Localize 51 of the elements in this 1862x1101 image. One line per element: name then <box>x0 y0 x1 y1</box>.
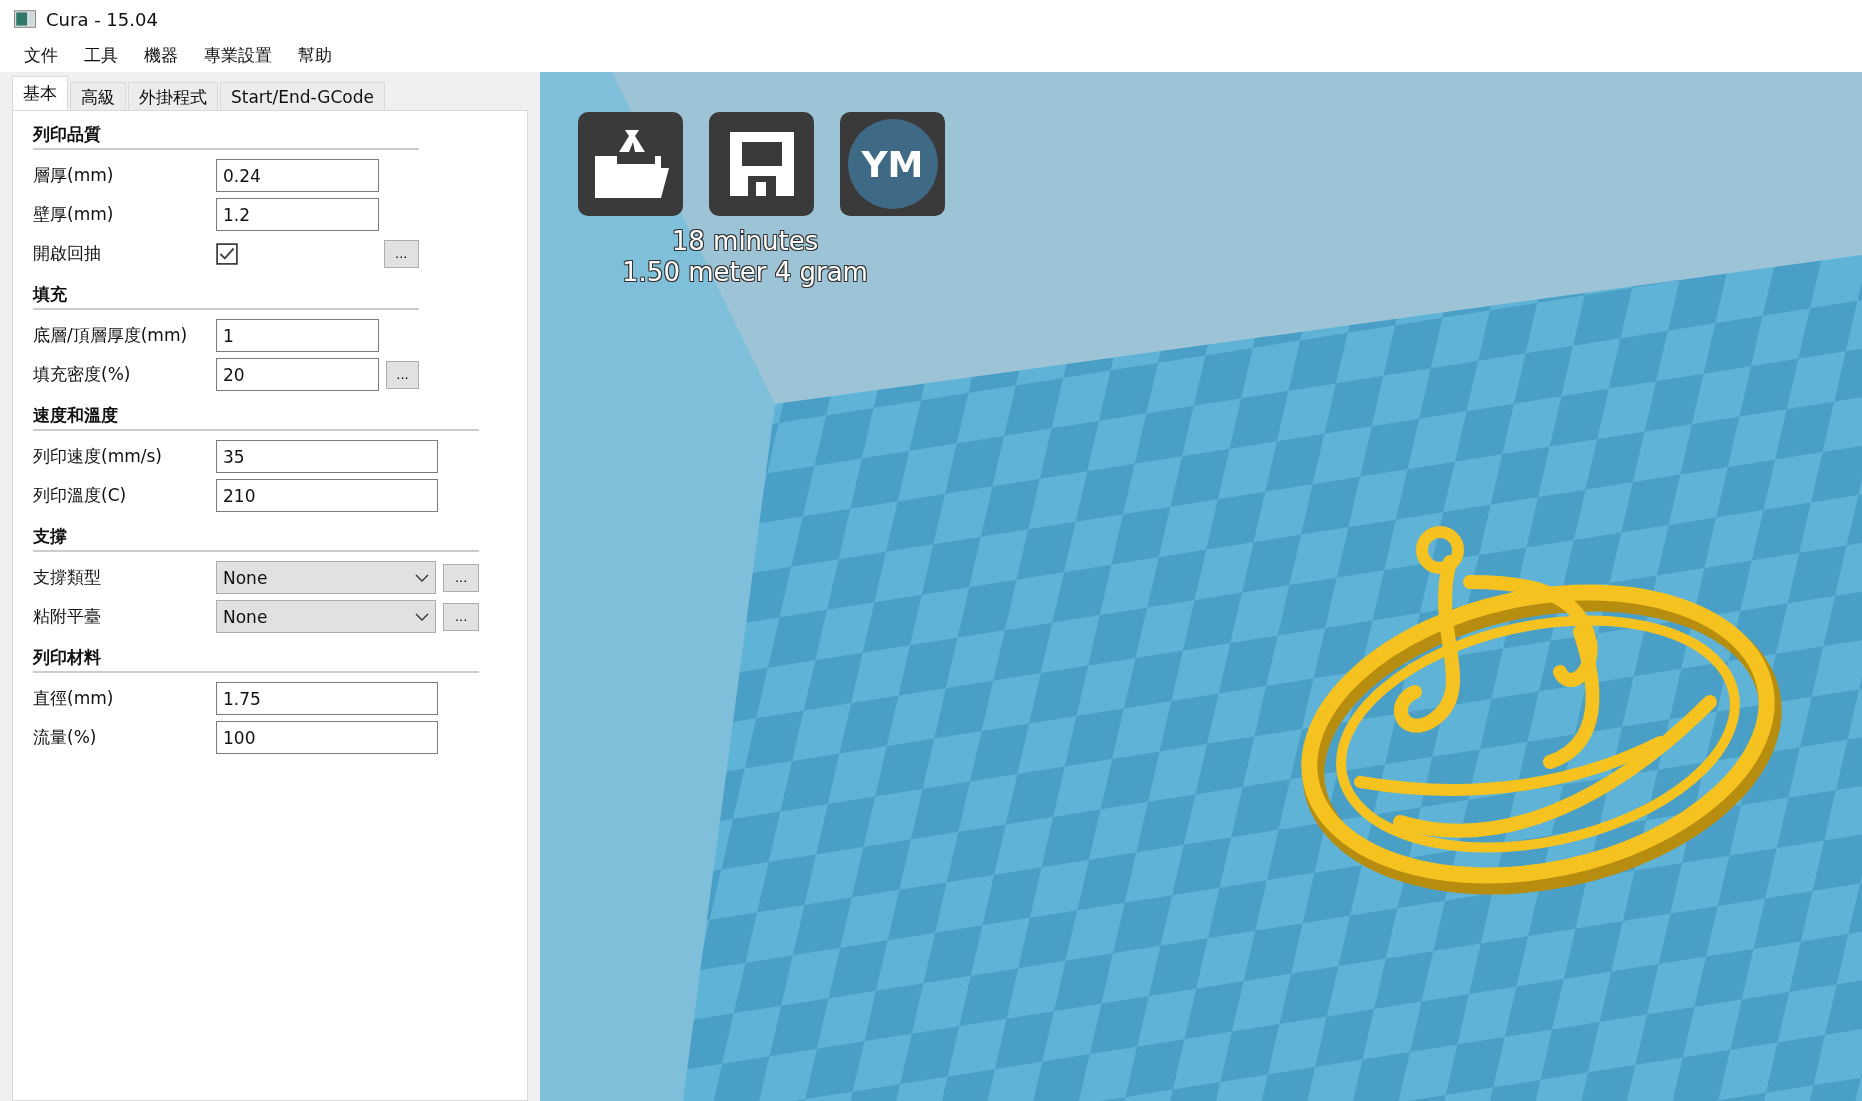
print-estimate: 1.50 meter 4 gram <box>621 257 869 288</box>
input-field[interactable]: 210 <box>216 479 438 512</box>
menu-item[interactable]: 文件 <box>16 43 66 67</box>
setting-label: 開啟回抽 <box>33 242 102 265</box>
menu-item[interactable]: 幫助 <box>290 43 340 67</box>
menu-item[interactable]: 機器 <box>136 43 186 67</box>
tab[interactable]: Start/End-GCode <box>220 82 385 110</box>
setting-label: 填充密度(%) <box>33 363 132 386</box>
more-options-button[interactable]: ... <box>386 360 419 389</box>
print-estimate: 18 minutes <box>670 226 820 257</box>
section-heading: 列印材料 <box>33 646 479 673</box>
window-title: Cura - 15.04 <box>46 8 158 30</box>
tab[interactable]: 高級 <box>70 82 126 110</box>
menu-item[interactable]: 專業設置 <box>196 43 280 67</box>
setting-label: 支撐類型 <box>33 566 102 589</box>
chevron-down-icon <box>415 573 430 582</box>
checkbox[interactable] <box>216 242 238 265</box>
tab[interactable]: 外掛程式 <box>128 82 218 110</box>
section-heading: 填充 <box>33 283 419 310</box>
setting-label: 底層/頂層厚度(mm) <box>33 324 189 347</box>
input-field[interactable]: 1.2 <box>216 198 379 231</box>
section-heading: 速度和溫度 <box>33 404 479 431</box>
section-heading: 支撐 <box>33 525 479 552</box>
app-icon <box>14 10 36 28</box>
setting-label: 流量(%) <box>33 726 98 749</box>
section-heading: 列印品質 <box>33 123 419 150</box>
input-field[interactable]: 20 <box>216 358 379 391</box>
3d-viewport[interactable]: YM 18 minutes 1.50 meter 4 gram <box>540 72 1862 1101</box>
input-field[interactable]: 1.75 <box>216 682 438 715</box>
menu-item[interactable]: 工具 <box>76 43 126 67</box>
setting-label: 粘附平臺 <box>33 605 102 628</box>
input-field[interactable]: 1 <box>216 319 379 352</box>
more-options-button[interactable]: ... <box>443 602 479 631</box>
input-field[interactable]: 0.24 <box>216 159 379 192</box>
save-button[interactable] <box>709 112 814 216</box>
more-options-button[interactable]: ... <box>383 239 419 268</box>
dropdown[interactable]: None <box>216 600 437 633</box>
more-options-button[interactable]: ... <box>443 563 479 592</box>
plugin-button[interactable]: YM <box>840 112 945 216</box>
load-model-button[interactable] <box>578 112 683 216</box>
chevron-down-icon <box>415 612 430 621</box>
setting-label: 直徑(mm) <box>33 687 115 710</box>
profile-badge: YM <box>847 119 938 209</box>
setting-label: 列印速度(mm/s) <box>33 445 163 468</box>
setting-label: 層厚(mm) <box>33 164 115 187</box>
setting-label: 列印溫度(C) <box>33 484 128 507</box>
tab[interactable]: 基本 <box>12 76 68 110</box>
setting-label: 壁厚(mm) <box>33 203 115 226</box>
input-field[interactable]: 35 <box>216 440 438 473</box>
input-field[interactable]: 100 <box>216 721 438 754</box>
dropdown[interactable]: None <box>216 561 437 594</box>
